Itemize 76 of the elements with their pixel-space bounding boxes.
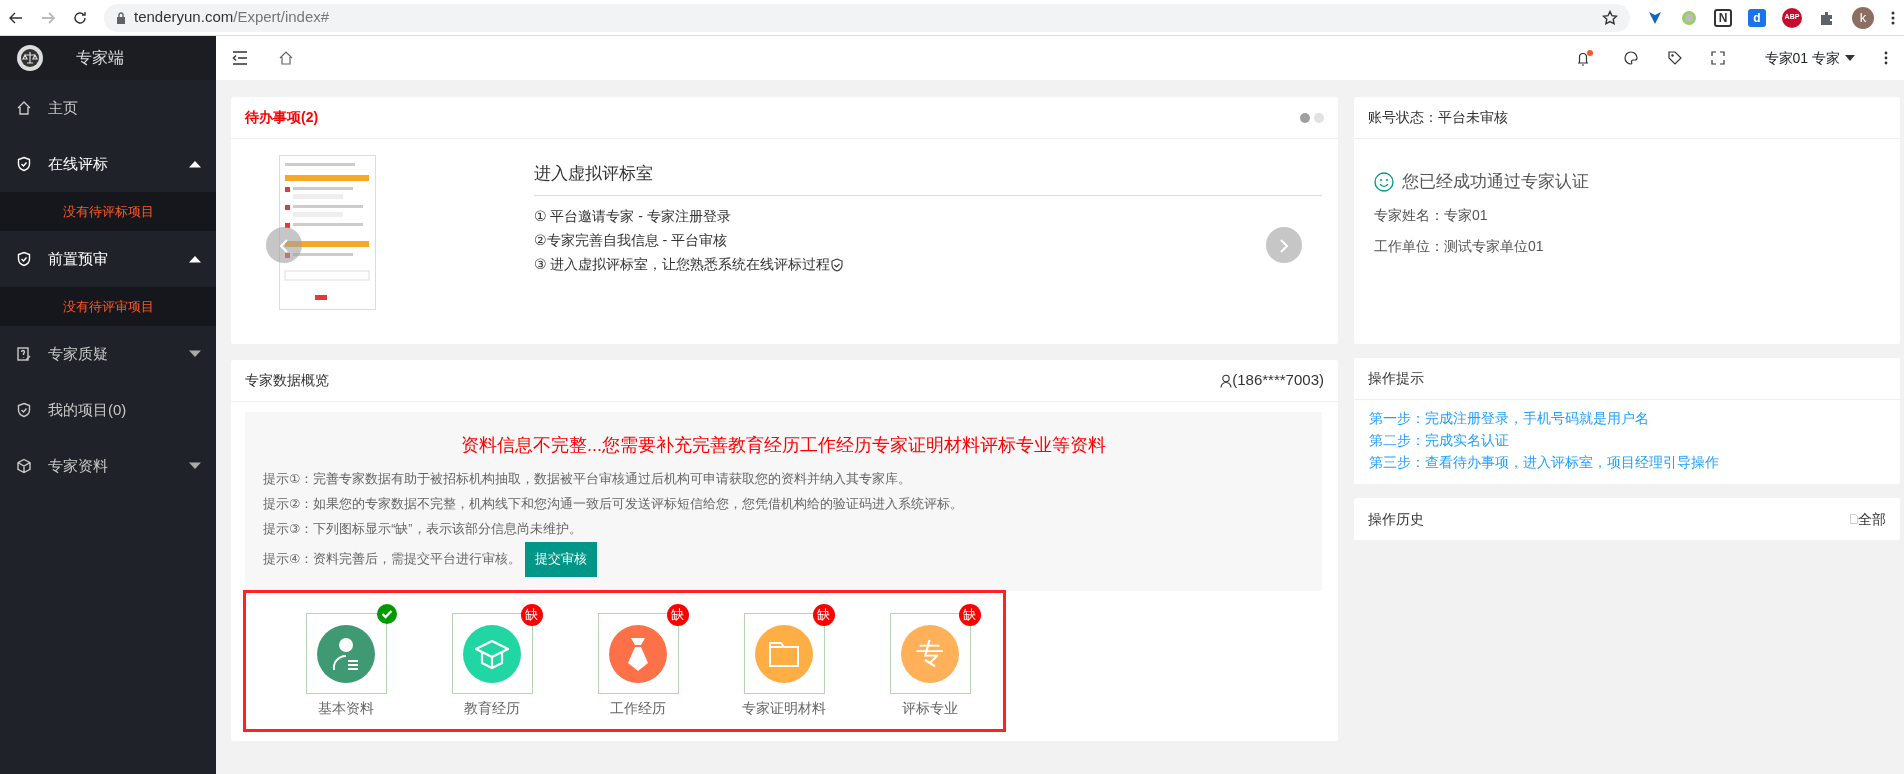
fullscreen-icon[interactable] [1710, 51, 1725, 65]
card-title: 专家数据概览 [245, 371, 329, 390]
more-icon[interactable] [1890, 9, 1896, 26]
missing-badge: 缺 [812, 604, 835, 626]
home-icon[interactable] [278, 50, 294, 66]
address-bar[interactable]: tenderyun.com/Expert/index# [104, 3, 1630, 32]
lock-icon [116, 11, 126, 24]
palette-icon[interactable] [1622, 50, 1639, 66]
material-label: 评标专业 [901, 699, 959, 718]
account-status-label: 账号状态： [1368, 108, 1438, 127]
extension-icon[interactable]: N [1714, 8, 1732, 27]
url-text: tenderyun.com/Expert/index# [134, 7, 330, 28]
hint-text: 提示④：资料完善后，需提交平台进行审核。 [263, 551, 522, 568]
submit-review-button[interactable]: 提交审核 [525, 542, 598, 577]
smile-icon [1374, 171, 1394, 192]
sidebar-item[interactable]: 主页 [0, 80, 216, 136]
scale-logo [16, 44, 44, 72]
shield-check-icon [830, 257, 845, 272]
missing-badge: 缺 [520, 604, 543, 626]
account-status: 平台未审核 [1438, 108, 1508, 127]
star-icon[interactable] [1602, 9, 1618, 26]
sidebar-item[interactable]: 专家质疑 [0, 326, 216, 382]
material-label: 工作经历 [609, 699, 667, 718]
chevron-left-icon [278, 237, 290, 254]
step-text: ③ 进入虚拟评标室，让您熟悉系统在线评标过程 [534, 251, 845, 276]
phone-number: (186****7003) [1220, 369, 1324, 392]
profile-avatar[interactable]: k [1852, 6, 1874, 29]
character-icon: 专 [901, 624, 959, 683]
chevron-right-icon [1278, 237, 1290, 254]
material-tile[interactable] [305, 613, 387, 694]
sidebar-title: 专家端 [76, 48, 124, 68]
sidebar-item[interactable]: 专家资料 [0, 438, 216, 494]
slide-title: 进入虚拟评标室 [534, 155, 1322, 196]
home-icon [16, 100, 32, 116]
material-label: 专家证明材料 [743, 699, 825, 718]
menu-fold-icon[interactable] [232, 51, 248, 65]
view-all-link[interactable]: 全部 [1850, 508, 1886, 530]
sidebar-subitem[interactable]: 没有待评审项目 [0, 287, 216, 326]
step-text: ②专家完善自我信息 - 平台审核 [534, 230, 727, 250]
field-label: 工作单位： [1374, 236, 1444, 256]
hint-text: 提示①：完善专家数据有助于被招标机构抽取，数据被平台审核通过后机构可申请获取您的资料并纳入其专家库。 [263, 471, 913, 488]
sidebar-item[interactable]: 在线评标 [0, 136, 216, 192]
sidebar-item[interactable]: 我的项目(0) [0, 382, 216, 438]
question-edit-icon [16, 346, 32, 362]
sidebar-item[interactable]: 前置预审 [0, 231, 216, 287]
cube-icon [16, 458, 32, 474]
shield-check-icon [16, 251, 32, 267]
field-label: 专家姓名： [1374, 205, 1444, 225]
warning-text: 资料信息不完整...您需要补充完善教育经历工作经历专家证明材料评标专业等资料 [460, 434, 1107, 457]
carousel-dot[interactable] [1314, 112, 1324, 123]
field-value: 专家01 [1444, 205, 1488, 225]
user-menu[interactable]: 专家01 专家 [1764, 47, 1856, 69]
extension-icon[interactable]: d [1748, 8, 1766, 27]
material-label: 教育经历 [463, 699, 521, 718]
missing-badge: 缺 [666, 604, 689, 626]
document-icon [1850, 514, 1858, 524]
shield-check-icon [16, 402, 32, 418]
card-title: 操作历史 [1368, 509, 1424, 529]
hint-text: 提示③：下列图标显示“缺”，表示该部分信息尚未维护。 [263, 521, 583, 538]
success-message: 您已经成功通过专家认证 [1402, 171, 1589, 193]
card-title: 操作提示 [1368, 369, 1424, 388]
user-icon [1220, 373, 1233, 388]
missing-badge: 缺 [958, 604, 981, 626]
more-icon[interactable] [1884, 51, 1888, 65]
step-text: ① 平台邀请专家 - 专家注册登录 [534, 206, 731, 226]
shield-check-icon [16, 156, 32, 172]
material-label: 基本资料 [317, 699, 375, 718]
field-value: 测试专家单位01 [1444, 236, 1544, 256]
card-title: 待办事项(2) [245, 108, 319, 127]
carousel-dot[interactable] [1300, 112, 1310, 123]
reload-icon[interactable] [72, 9, 88, 26]
caret-down-icon [1844, 54, 1856, 62]
carousel-prev-button[interactable] [266, 227, 302, 263]
tag-icon[interactable] [1666, 50, 1683, 66]
hint-text: 提示②：如果您的专家数据不完整，机构线下和您沟通一致后可发送评标短信给您，您凭借机构给的验证码进入系统评标。 [263, 496, 965, 513]
sidebar-subitem[interactable]: 没有待评标项目 [0, 192, 216, 231]
